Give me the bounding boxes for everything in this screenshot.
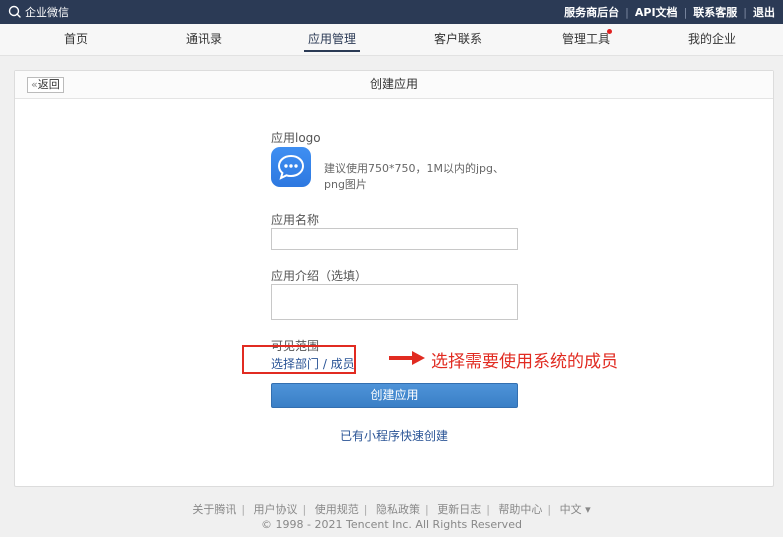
- app-intro-textarea[interactable]: [271, 284, 518, 320]
- wecom-logo-icon: [8, 5, 21, 18]
- notification-dot: [607, 29, 612, 34]
- footer-link-help[interactable]: 帮助中心: [498, 503, 542, 516]
- divider: |: [486, 503, 490, 516]
- logo-hint: 建议使用750*750，1M以内的jpg、png图片: [324, 162, 505, 191]
- miniprogram-quick-create-link[interactable]: 已有小程序快速创建: [15, 427, 773, 444]
- back-label: 返回: [37, 78, 60, 91]
- nav-item-management-tools[interactable]: 管理工具: [560, 24, 612, 55]
- logo-label: 应用logo: [271, 131, 321, 145]
- annotation-text: 选择需要使用系统的成员: [431, 352, 618, 372]
- api-docs-link[interactable]: API文档: [635, 4, 678, 20]
- divider: |: [363, 503, 368, 516]
- top-bar: 企业微信 服务商后台 | API文档 | 联系客服 | 退出: [0, 0, 783, 24]
- footer-link-user-agreement[interactable]: 用户协议: [254, 503, 298, 516]
- nav-item-app-management[interactable]: 应用管理: [304, 24, 360, 55]
- create-app-button[interactable]: 创建应用: [271, 383, 518, 408]
- contact-support-link[interactable]: 联系客服: [693, 4, 737, 20]
- card-header: 创建应用 «返回: [15, 71, 773, 99]
- wecom-logo[interactable]: 企业微信: [8, 4, 69, 20]
- copyright: © 1998 - 2021 Tencent Inc. All Rights Re…: [261, 518, 522, 531]
- footer-link-changelog[interactable]: 更新日志: [437, 503, 481, 516]
- chevron-down-icon: ▾: [585, 503, 591, 516]
- divider: |: [547, 503, 552, 516]
- footer-link-usage-policy[interactable]: 使用规范: [315, 503, 359, 516]
- language-label: 中文: [559, 503, 582, 516]
- footer-link-about[interactable]: 关于腾讯: [192, 503, 236, 516]
- highlight-box: [242, 345, 356, 374]
- app-intro-label: 应用介绍（选填）: [271, 269, 368, 283]
- nav-item-contacts[interactable]: 通讯录: [184, 24, 224, 55]
- arrow-right-icon: [389, 351, 425, 365]
- create-app-card: 创建应用 «返回 应用logo 建议使用750*750，1M以内的jpg、png…: [14, 70, 774, 487]
- back-button[interactable]: «返回: [27, 77, 64, 93]
- app-logo-upload[interactable]: [271, 147, 311, 187]
- nav-item-home[interactable]: 首页: [58, 24, 94, 55]
- page-title: 创建应用: [369, 77, 418, 91]
- divider: |: [625, 5, 629, 19]
- language-selector[interactable]: 中文 ▾: [560, 503, 591, 516]
- divider: |: [241, 503, 246, 516]
- divider: |: [302, 503, 307, 516]
- divider: |: [743, 5, 747, 19]
- provider-console-link[interactable]: 服务商后台: [564, 4, 619, 20]
- logout-link[interactable]: 退出: [753, 4, 775, 20]
- nav-item-my-company[interactable]: 我的企业: [686, 24, 738, 55]
- app-name-input[interactable]: [271, 228, 518, 250]
- top-links: 服务商后台 | API文档 | 联系客服 | 退出: [564, 0, 775, 24]
- divider: |: [683, 5, 688, 19]
- back-chevron-icon: «: [31, 78, 38, 91]
- footer-links: 关于腾讯 | 用户协议 | 使用规范 | 隐私政策 | 更新日志 | 帮助中心 | 中文 ▾: [0, 502, 783, 517]
- app-name-label: 应用名称: [271, 213, 320, 227]
- nav-item-customer-contact[interactable]: 客户联系: [432, 24, 484, 55]
- logo-text: 企业微信: [25, 6, 69, 19]
- footer-link-privacy[interactable]: 隐私政策: [376, 503, 420, 516]
- chat-bubble-icon: [277, 154, 305, 180]
- main-nav: 首页 通讯录 应用管理 客户联系 管理工具 我的企业: [0, 24, 783, 56]
- divider: |: [424, 503, 429, 516]
- footer: 关于腾讯 | 用户协议 | 使用规范 | 隐私政策 | 更新日志 | 帮助中心 | 中文 ▾…: [0, 502, 783, 532]
